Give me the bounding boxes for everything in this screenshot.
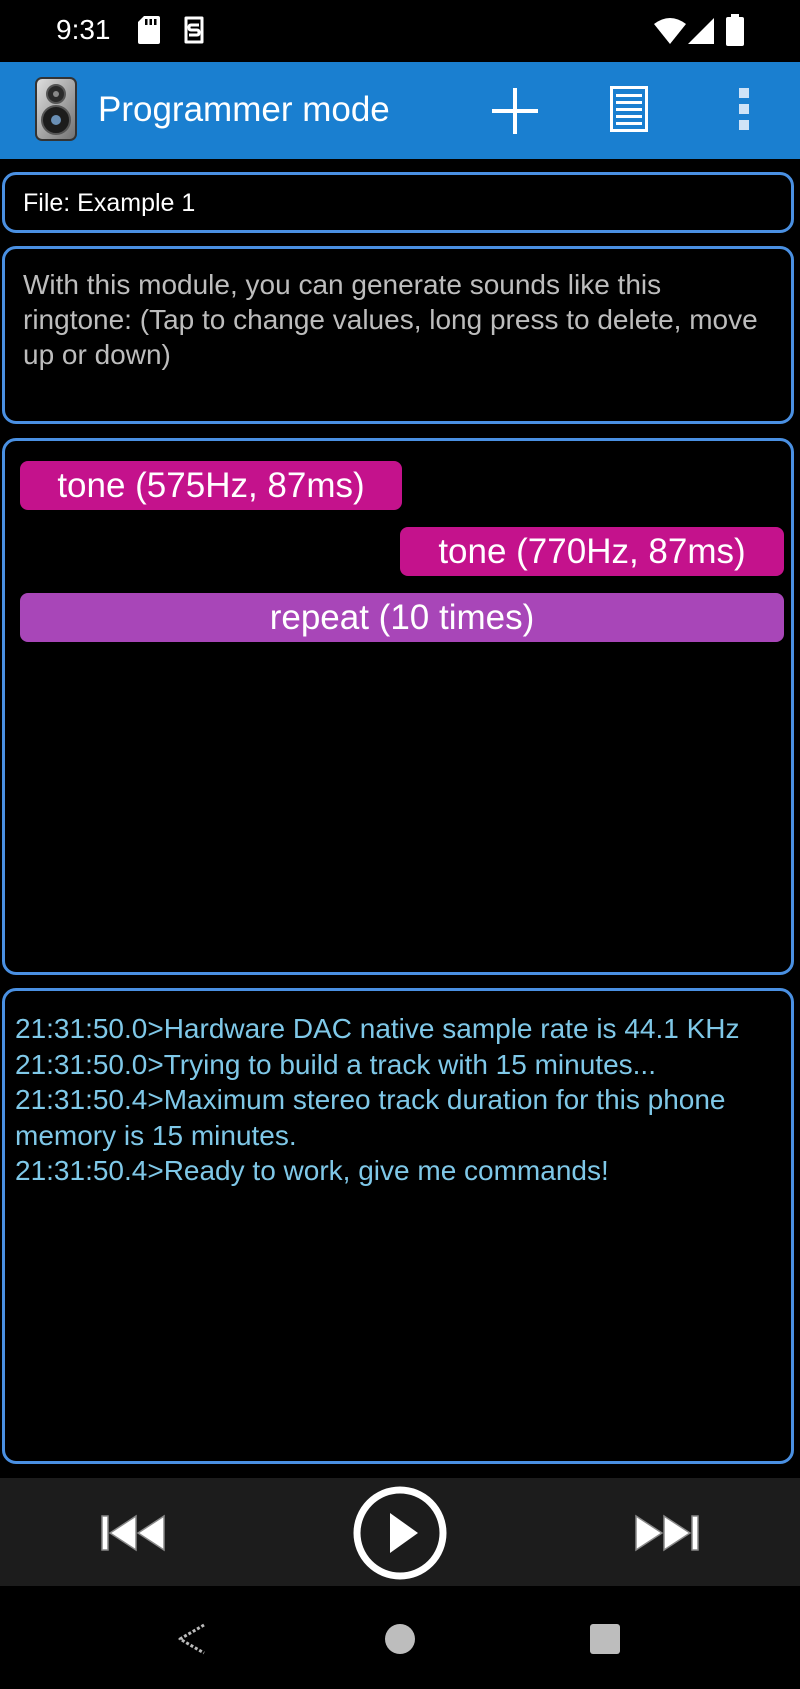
- command-tone-1[interactable]: tone (575Hz, 87ms): [20, 461, 402, 510]
- cellular-icon: [688, 18, 714, 49]
- skip-next-button[interactable]: [634, 1514, 700, 1557]
- skip-next-icon: [635, 1514, 699, 1552]
- skip-previous-button[interactable]: [100, 1514, 166, 1557]
- file-name: File: Example 1: [23, 189, 196, 217]
- nav-back-button[interactable]: [176, 1622, 208, 1661]
- play-button[interactable]: [352, 1485, 448, 1586]
- add-icon: [492, 88, 538, 134]
- back-icon: [178, 1623, 205, 1655]
- command-tone-2[interactable]: tone (770Hz, 87ms): [400, 527, 784, 576]
- play-icon: [353, 1486, 447, 1580]
- nav-home-button[interactable]: [384, 1623, 416, 1660]
- add-button[interactable]: [490, 86, 540, 141]
- list-button[interactable]: [610, 86, 648, 137]
- log-line: 21:31:50.4>Ready to work, give me comman…: [15, 1155, 609, 1186]
- description-text: With this module, you can generate sound…: [23, 269, 758, 370]
- list-icon: [610, 86, 648, 132]
- status-time: 9:31: [56, 14, 111, 45]
- log-line: 21:31:50.0>Hardware DAC native sample ra…: [15, 1013, 740, 1044]
- commands-panel: tone (575Hz, 87ms) tone (770Hz, 87ms) re…: [2, 438, 794, 975]
- log-line: 21:31:50.0>Trying to build a track with …: [15, 1048, 656, 1080]
- app-bar: Programmer mode: [0, 62, 800, 159]
- speaker-icon: [34, 76, 78, 147]
- file-panel[interactable]: File: Example 1: [2, 172, 794, 233]
- overflow-menu-button[interactable]: [738, 88, 750, 135]
- log-panel: 21:31:50.0>Hardware DAC native sample ra…: [2, 988, 794, 1464]
- media-controls: [0, 1478, 800, 1586]
- app-title: Programmer mode: [98, 90, 390, 129]
- command-repeat[interactable]: repeat (10 times): [20, 593, 784, 642]
- command-label: repeat (10 times): [269, 597, 535, 637]
- sync-icon: [182, 16, 206, 49]
- wifi-icon: [654, 18, 686, 49]
- recents-icon: [590, 1624, 620, 1654]
- log-line: 21:31:50.4>Maximum stereo track duration…: [15, 1084, 726, 1151]
- system-nav-bar: [0, 1586, 800, 1689]
- description-panel: With this module, you can generate sound…: [2, 246, 794, 424]
- nav-recents-button[interactable]: [590, 1624, 620, 1659]
- sd-card-icon: [138, 16, 160, 49]
- skip-previous-icon: [101, 1514, 165, 1552]
- command-label: tone (575Hz, 87ms): [57, 465, 365, 505]
- status-bar: 9:31: [0, 0, 800, 62]
- more-vertical-icon: [739, 88, 749, 130]
- log-text: 21:31:50.0>Hardware DAC native sample ra…: [15, 1011, 783, 1189]
- command-label: tone (770Hz, 87ms): [438, 531, 746, 571]
- home-icon: [385, 1624, 415, 1654]
- battery-icon: [726, 14, 744, 51]
